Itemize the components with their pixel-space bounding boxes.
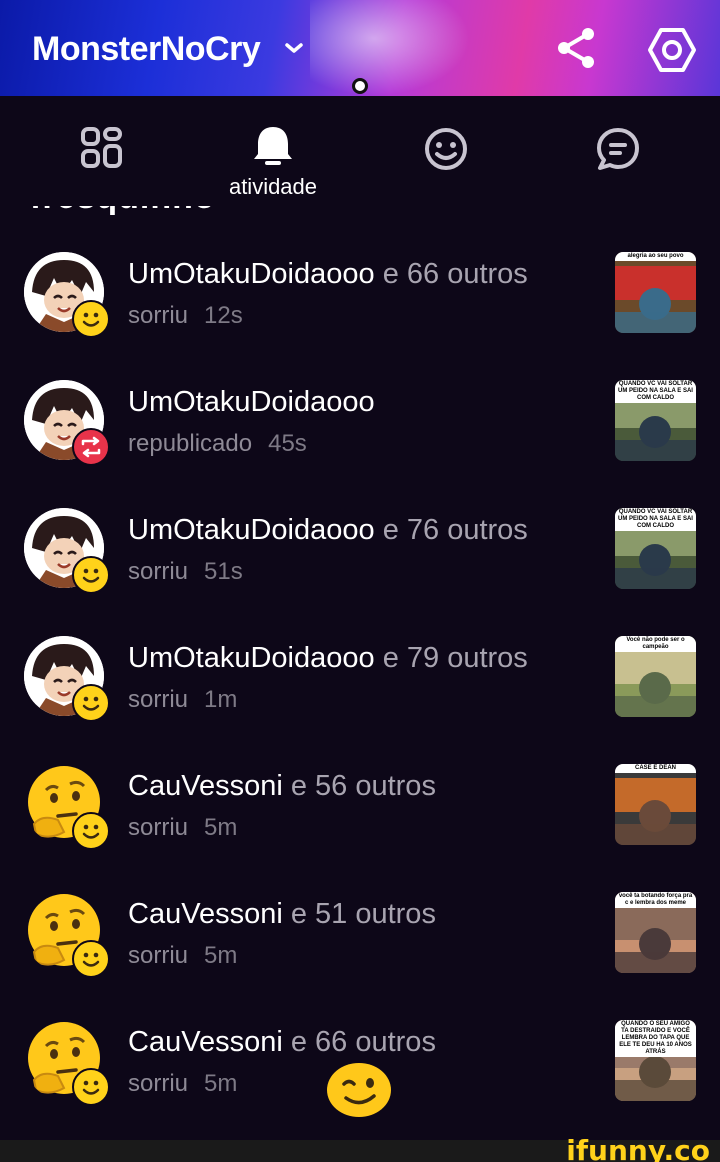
username[interactable]: UmOtakuDoidaooo (128, 386, 375, 418)
username[interactable]: CauVessoni (128, 898, 283, 930)
smile-badge-icon (82, 312, 100, 327)
activity-row[interactable]: UmOtakuDoidaooo e 79 outros sorriu 1m Voc… (0, 616, 720, 744)
activity-subtitle: sorriu 1m (128, 686, 237, 714)
meme-image (615, 252, 696, 333)
repost-badge-icon (81, 436, 101, 458)
username[interactable]: UmOtakuDoidaooo (128, 258, 375, 290)
action-text: sorriu (128, 558, 189, 585)
smile-badge (72, 556, 110, 594)
timestamp: 5m (204, 1070, 238, 1097)
meme-thumbnail[interactable]: alegria ao seu povo (615, 252, 696, 333)
smile-badge (72, 1068, 110, 1106)
activity-title[interactable]: UmOtakuDoidaooo e 76 outros (128, 514, 528, 547)
chevron-down-icon[interactable] (283, 38, 305, 58)
header-gradient-glow (310, 0, 470, 96)
smile-badge (72, 812, 110, 850)
bell-icon (254, 127, 292, 165)
others-count: e 66 outros (374, 258, 528, 290)
smile-badge (72, 940, 110, 978)
username[interactable]: UmOtakuDoidaooo (128, 642, 375, 674)
meme-thumbnail[interactable]: QUANDO VC VAI SOLTAR UM PEIDO NA SALA E … (615, 508, 696, 589)
action-text: sorriu (128, 814, 189, 841)
wink-emoji-icon (327, 1063, 391, 1117)
meme-thumbnail[interactable]: QUANDO O SEU AMIGO TA DESTRAIDO E VOCÊ L… (615, 1020, 696, 1101)
timestamp: 45s (268, 430, 307, 457)
activity-row[interactable]: CauVessoni e 56 outros sorriu 5m CASE E D… (0, 744, 720, 872)
action-text: sorriu (128, 302, 189, 329)
smile-badge-icon (82, 696, 100, 711)
action-text: sorriu (128, 686, 189, 713)
action-text: sorriu (128, 1070, 189, 1097)
tab-bar: atividade (0, 96, 720, 206)
tab-grid[interactable] (42, 96, 162, 206)
ifunny-watermark: ifunny.co (566, 1134, 710, 1162)
smile-badge-icon (82, 824, 100, 839)
meme-thumbnail[interactable]: Você não pode ser o campeão (615, 636, 696, 717)
tab-smile[interactable] (386, 96, 506, 206)
activity-title[interactable]: CauVessoni e 51 outros (128, 898, 436, 931)
tab-chat[interactable] (558, 96, 678, 206)
others-count: e 76 outros (374, 514, 528, 546)
meme-image (615, 764, 696, 845)
meme-caption: QUANDO VC VAI SOLTAR UM PEIDO NA SALA E … (615, 380, 696, 403)
activity-title[interactable]: UmOtakuDoidaooo e 79 outros (128, 642, 528, 675)
activity-subtitle: sorriu 51s (128, 558, 243, 586)
app-header: MonsterNoCry (0, 0, 720, 96)
activity-subtitle: sorriu 5m (128, 814, 237, 842)
tab-activity-label: atividade (228, 174, 318, 199)
activity-subtitle: sorriu 12s (128, 302, 243, 330)
meme-thumbnail[interactable]: você ta botando força pra c e lembra dos… (615, 892, 696, 973)
meme-caption: alegria ao seu povo (615, 252, 696, 261)
username[interactable]: CauVessoni (128, 770, 283, 802)
timestamp: 1m (204, 686, 238, 713)
others-count: e 79 outros (374, 642, 528, 674)
smile-badge (72, 300, 110, 338)
others-count: e 51 outros (282, 898, 436, 930)
meme-caption: você ta botando força pra c e lembra dos… (615, 892, 696, 908)
meme-caption: CASE E DEAN (615, 764, 696, 773)
smile-badge-icon (82, 1080, 100, 1095)
activity-title[interactable]: UmOtakuDoidaooo e 66 outros (128, 258, 528, 291)
activity-subtitle: sorriu 5m (128, 1070, 237, 1098)
timestamp: 51s (204, 558, 243, 585)
username[interactable]: CauVessoni (128, 1026, 283, 1058)
others-count: e 66 outros (282, 1026, 436, 1058)
smile-badge-icon (82, 952, 100, 967)
smile-badge (72, 684, 110, 722)
action-text: republicado (128, 430, 253, 457)
repost-badge (72, 428, 110, 466)
activity-row[interactable]: UmOtakuDoidaooo e 76 outros sorriu 51s QU… (0, 488, 720, 616)
action-text: sorriu (128, 942, 189, 969)
page-indicator-dot (352, 78, 368, 94)
username[interactable]: UmOtakuDoidaooo (128, 514, 375, 546)
activity-title[interactable]: CauVessoni e 56 outros (128, 770, 436, 803)
others-count: e 56 outros (282, 770, 436, 802)
meme-thumbnail[interactable]: CASE E DEAN (615, 764, 696, 845)
activity-row[interactable]: CauVessoni e 51 outros sorriu 5m você ta … (0, 872, 720, 1000)
timestamp: 5m (204, 814, 238, 841)
activity-row[interactable]: UmOtakuDoidaooo e 66 outros sorriu 12s al… (0, 232, 720, 360)
meme-thumbnail[interactable]: QUANDO VC VAI SOLTAR UM PEIDO NA SALA E … (615, 380, 696, 461)
grid-icon (81, 127, 122, 168)
smile-badge-icon (82, 568, 100, 583)
activity-subtitle: republicado 45s (128, 430, 307, 458)
share-icon[interactable] (552, 24, 600, 72)
timestamp: 12s (204, 302, 243, 329)
profile-title[interactable]: MonsterNoCry (32, 30, 261, 69)
meme-caption: QUANDO VC VAI SOLTAR UM PEIDO NA SALA E … (615, 508, 696, 531)
activity-title[interactable]: UmOtakuDoidaooo (128, 386, 375, 419)
activity-title[interactable]: CauVessoni e 66 outros (128, 1026, 436, 1059)
timestamp: 5m (204, 942, 238, 969)
smile-icon (425, 128, 467, 170)
meme-caption: Você não pode ser o campeão (615, 636, 696, 652)
chat-icon (597, 128, 639, 170)
activity-row[interactable]: UmOtakuDoidaooo republicado 45s QUANDO VC… (0, 360, 720, 488)
meme-caption: QUANDO O SEU AMIGO TA DESTRAIDO E VOCÊ L… (615, 1020, 696, 1057)
tab-activity[interactable]: atividade (213, 96, 333, 206)
settings-hexagon-icon[interactable] (646, 24, 698, 76)
activity-subtitle: sorriu 5m (128, 942, 237, 970)
